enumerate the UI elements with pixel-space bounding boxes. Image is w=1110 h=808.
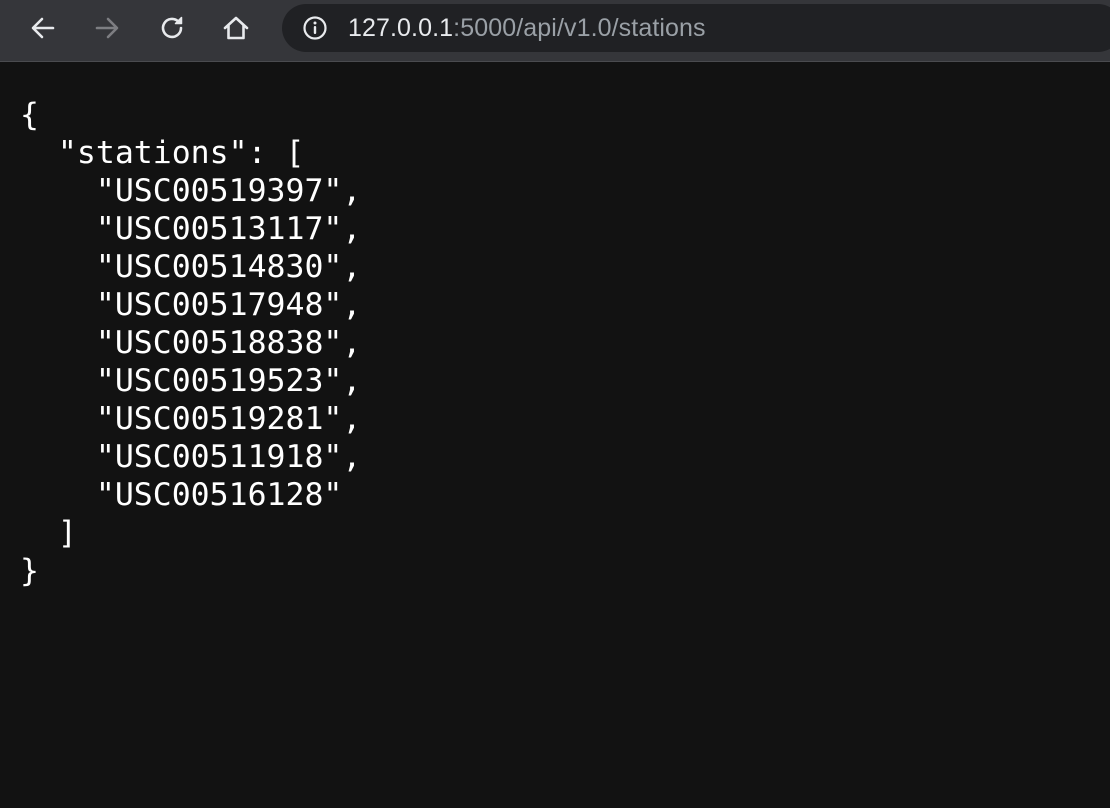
- address-bar[interactable]: 127.0.0.1:5000/api/v1.0/stations: [282, 4, 1110, 52]
- json-line: "USC00513117",: [20, 211, 362, 247]
- json-line: "USC00519523",: [20, 363, 362, 399]
- url-text[interactable]: 127.0.0.1:5000/api/v1.0/stations: [348, 4, 706, 52]
- json-line: "USC00519281",: [20, 401, 362, 437]
- json-line: "USC00516128": [20, 477, 343, 513]
- home-icon: [221, 13, 251, 43]
- arrow-right-icon: [93, 14, 121, 42]
- back-button[interactable]: [21, 8, 65, 48]
- forward-button[interactable]: [85, 8, 129, 48]
- json-line: }: [20, 553, 39, 589]
- json-line: {: [20, 97, 39, 133]
- arrow-left-icon: [29, 14, 57, 42]
- home-button[interactable]: [214, 8, 258, 48]
- json-line: "USC00518838",: [20, 325, 362, 361]
- reload-button[interactable]: [150, 8, 194, 48]
- json-line: "USC00511918",: [20, 439, 362, 475]
- reload-icon: [157, 13, 187, 43]
- info-icon[interactable]: [302, 15, 328, 41]
- json-line: "USC00514830",: [20, 249, 362, 285]
- url-path: :5000/api/v1.0/stations: [453, 14, 706, 42]
- json-line: "USC00519397",: [20, 173, 362, 209]
- json-line: ]: [20, 515, 77, 551]
- json-line: "USC00517948",: [20, 287, 362, 323]
- browser-toolbar: 127.0.0.1:5000/api/v1.0/stations: [0, 0, 1110, 62]
- url-host: 127.0.0.1: [348, 14, 454, 42]
- json-viewer: { "stations": [ "USC00519397", "USC00513…: [20, 96, 361, 590]
- json-line: "stations": [: [20, 135, 305, 171]
